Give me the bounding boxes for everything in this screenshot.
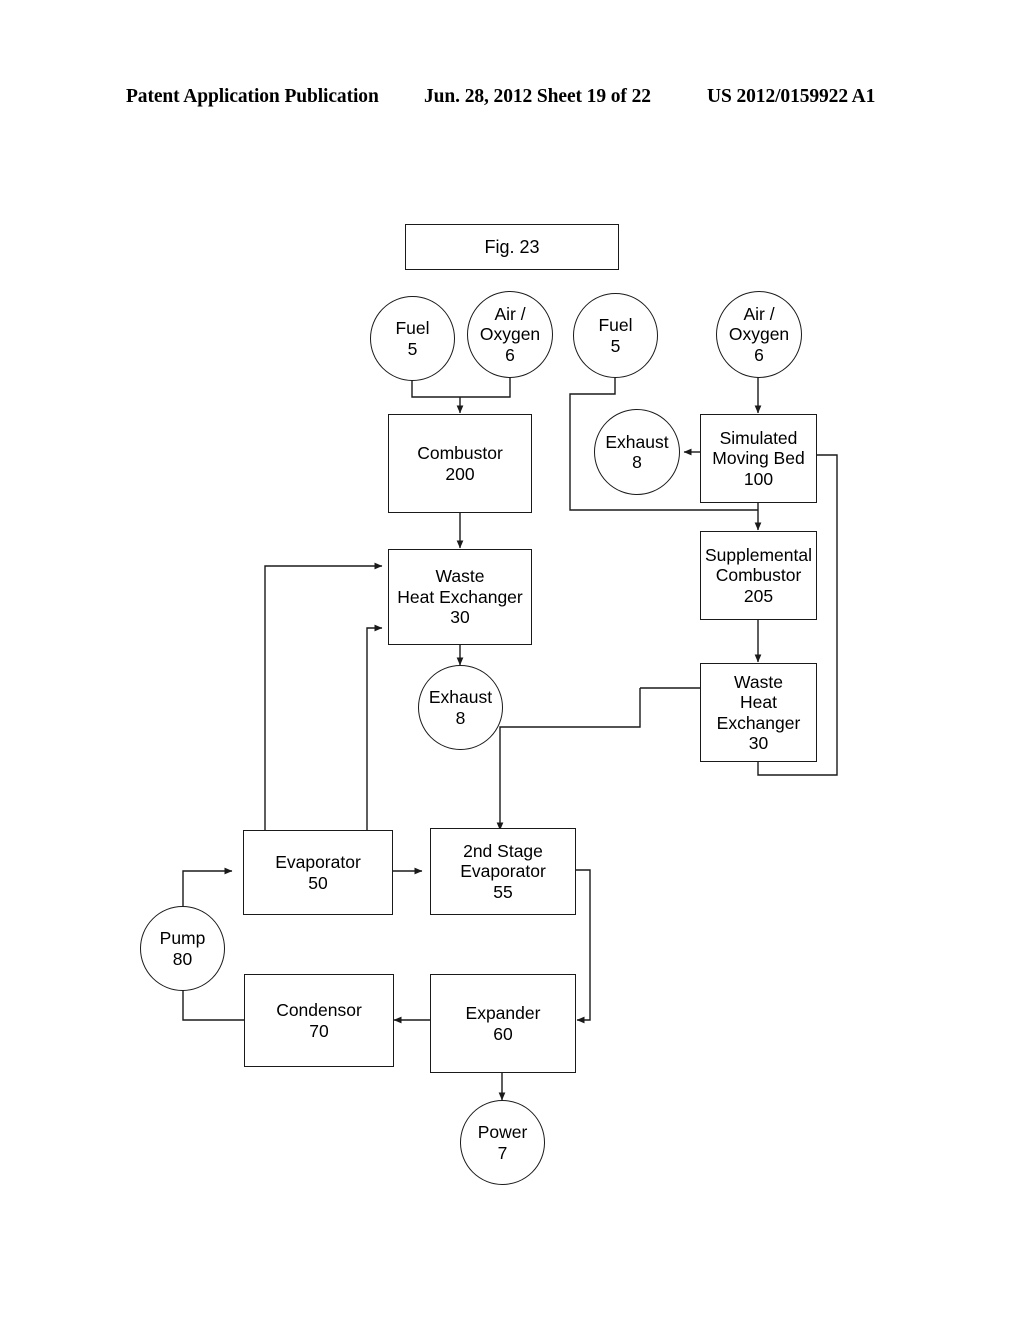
node-supplemental-combustor-205: Supplemental Combustor 205 — [700, 531, 817, 620]
node-number: 50 — [308, 872, 328, 893]
node-number: 5 — [407, 338, 418, 359]
node-air-oxygen-6-right: Air / Oxygen 6 — [716, 291, 802, 378]
node-number: 30 — [748, 732, 769, 753]
node-condensor-70: Condensor 70 — [244, 974, 394, 1067]
node-number: 70 — [309, 1020, 329, 1041]
node-simulated-moving-bed-100: Simulated Moving Bed 100 — [700, 414, 817, 503]
node-number: 8 — [455, 707, 466, 728]
node-pump-80: Pump 80 — [140, 906, 225, 991]
node-combustor-200: Combustor 200 — [388, 414, 532, 513]
node-label: Expander — [465, 1003, 541, 1024]
node-label: Waste Heat Exchanger — [716, 671, 801, 733]
process-flow-diagram: Fig. 23 Fuel 5 Air / Oxygen 6 Fuel 5 Air… — [0, 0, 1024, 1320]
node-label: Air / Oxygen — [728, 303, 790, 345]
node-number: 30 — [450, 607, 470, 628]
node-number: 100 — [743, 468, 774, 489]
node-expander-60: Expander 60 — [430, 974, 576, 1073]
node-power-7: Power 7 — [460, 1100, 545, 1185]
node-label: Evaporator — [275, 852, 361, 873]
node-label: Power — [477, 1122, 528, 1143]
node-label: Fuel — [395, 318, 430, 339]
node-label: Simulated Moving Bed — [712, 427, 805, 469]
node-label: Condensor — [276, 1000, 362, 1021]
node-label: Fuel — [598, 315, 633, 336]
node-label: Exhaust — [605, 431, 669, 452]
figure-title-text: Fig. 23 — [484, 236, 540, 257]
node-label: Supplemental Combustor — [704, 544, 813, 586]
node-fuel-5-left: Fuel 5 — [370, 296, 455, 381]
patent-figure-page: Patent Application Publication Jun. 28, … — [0, 0, 1024, 1320]
node-evaporator-50: Evaporator 50 — [243, 830, 393, 915]
node-number: 205 — [743, 585, 774, 606]
node-label: Exhaust — [428, 687, 493, 708]
node-number: 55 — [493, 881, 513, 902]
node-number: 5 — [610, 335, 621, 356]
node-fuel-5-right: Fuel 5 — [573, 293, 658, 378]
node-number: 80 — [172, 948, 193, 969]
node-waste-heat-exchanger-30-left: Waste Heat Exchanger 30 — [388, 549, 532, 645]
node-number: 6 — [754, 344, 764, 365]
node-number: 200 — [445, 463, 475, 484]
node-exhaust-8-upper: Exhaust 8 — [594, 409, 680, 495]
node-waste-heat-exchanger-30-right: Waste Heat Exchanger 30 — [700, 663, 817, 762]
node-label: 2nd Stage Evaporator — [460, 840, 546, 882]
figure-title: Fig. 23 — [405, 224, 619, 270]
node-number: 60 — [493, 1023, 513, 1044]
node-2nd-stage-evaporator-55: 2nd Stage Evaporator 55 — [430, 828, 576, 915]
node-number: 7 — [497, 1142, 508, 1163]
node-label: Air / Oxygen — [479, 303, 541, 345]
node-number: 6 — [505, 344, 515, 365]
node-exhaust-8-lower: Exhaust 8 — [418, 665, 503, 750]
node-label: Combustor — [417, 443, 503, 464]
node-air-oxygen-6-left: Air / Oxygen 6 — [467, 291, 553, 378]
node-label: Pump — [159, 928, 206, 949]
node-number: 8 — [632, 452, 642, 472]
node-label: Waste Heat Exchanger — [397, 566, 523, 607]
